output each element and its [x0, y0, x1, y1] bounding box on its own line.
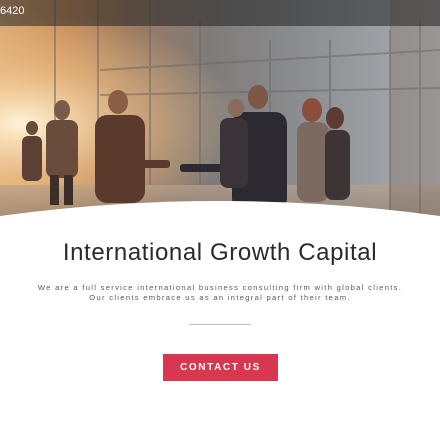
hero-image: 6420 — [0, 0, 440, 225]
company-description: We are a full service international busi… — [0, 283, 440, 303]
hero-photo — [0, 0, 440, 225]
hero-curve — [0, 201, 440, 228]
description-line-2: Our clients embrace us as an integral pa… — [89, 293, 351, 302]
section-divider — [189, 324, 251, 325]
top-bar: 6420 — [0, 0, 440, 26]
description-line-1: We are a full service international busi… — [37, 283, 403, 292]
page-title: International Growth Capital — [62, 239, 378, 266]
contact-us-button[interactable]: CONTACT US — [163, 354, 278, 381]
phone-number[interactable]: 6420 — [0, 5, 24, 17]
